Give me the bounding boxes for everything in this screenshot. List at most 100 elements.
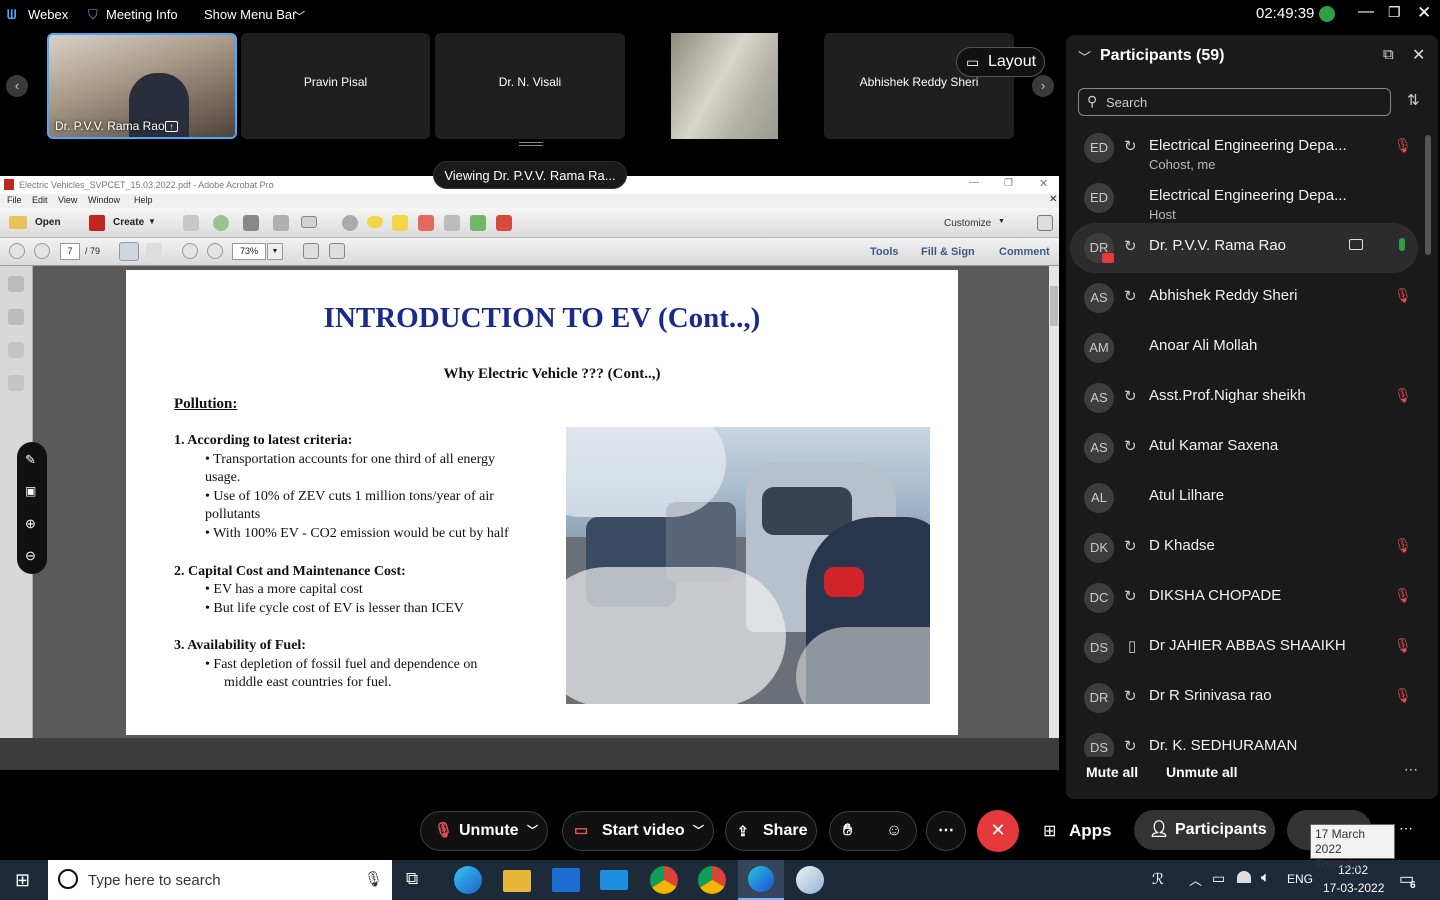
network-icon[interactable]: ▭ <box>1212 870 1225 887</box>
upload-icon[interactable] <box>213 215 229 231</box>
chevron-down-icon[interactable]: ﹀ <box>1078 47 1091 66</box>
signatures-icon[interactable] <box>8 375 24 391</box>
participant-row[interactable]: DC ↻ DIKSHA CHOPADE 🎙︎ <box>1070 573 1418 623</box>
mic-muted-icon[interactable]: 🎙︎ <box>1394 637 1412 654</box>
tools-tab[interactable]: Tools <box>870 246 899 258</box>
participant-row[interactable]: AL Atul Lilhare <box>1070 473 1418 523</box>
participant-row[interactable]: AM Anoar Ali Mollah <box>1070 323 1418 373</box>
participant-row[interactable]: AS ↻ Asst.Prof.Nighar sheikh 🎙︎ <box>1070 373 1418 423</box>
menu-help[interactable]: Help <box>134 195 153 205</box>
tiles-prev-button[interactable]: ‹ <box>6 75 28 97</box>
video-tile-active[interactable]: Dr. P.V.V. Rama Rao ↑ <box>47 33 237 139</box>
participant-row[interactable]: DS ↻ Dr. K. SEDHURAMAN <box>1070 723 1418 757</box>
more-options-icon[interactable]: ⋯ <box>1404 761 1418 778</box>
combine-icon[interactable] <box>496 215 512 231</box>
file-explorer-icon[interactable] <box>503 870 531 892</box>
mute-all-button[interactable]: Mute all <box>1086 764 1138 780</box>
resize-handle[interactable] <box>519 142 543 146</box>
more-options-button[interactable]: ⋯ <box>926 811 966 851</box>
fill-sign-tab[interactable]: Fill & Sign <box>921 246 975 258</box>
chevron-down-icon[interactable]: ﹀ <box>693 812 704 850</box>
participant-row[interactable]: DS ▯ Dr JAHIER ABBAS SHAAIKH 🎙︎ <box>1070 623 1418 673</box>
close-icon[interactable]: ✕ <box>1412 45 1425 65</box>
volume-icon[interactable]: 🔈︎ <box>1261 869 1270 886</box>
webex-taskbar-button[interactable] <box>738 860 784 900</box>
fit-width-icon[interactable] <box>303 243 319 259</box>
open-button[interactable]: Open <box>35 217 61 228</box>
show-menu-bar-button[interactable]: Show Menu Bar <box>204 7 297 22</box>
mic-muted-icon[interactable]: 🎙︎ <box>1394 587 1412 604</box>
restore-icon[interactable]: ❐ <box>1388 4 1401 21</box>
highlight-icon[interactable] <box>392 215 408 231</box>
meeting-info-button[interactable]: Meeting Info <box>106 7 178 22</box>
customize-button[interactable]: Customize <box>944 218 991 229</box>
participant-row[interactable]: AS ↻ Atul Kamar Saxena <box>1070 423 1418 473</box>
zoom-input[interactable]: 73% <box>232 243 266 260</box>
language-indicator[interactable]: ENG <box>1287 872 1313 886</box>
participant-row-highlighted[interactable]: DR ↻ Dr. P.V.V. Rama Rao <box>1070 223 1418 273</box>
participant-row[interactable]: DK ↻ D Khadse 🎙︎ <box>1070 523 1418 573</box>
raise-hand-icon[interactable]: ✋︎ <box>843 812 852 850</box>
chevron-down-icon[interactable]: ﹀ <box>527 812 538 850</box>
start-video-button[interactable]: ▭ Start video ﹀ <box>562 811 714 851</box>
close-icon[interactable]: ✕ <box>1039 177 1048 190</box>
chevron-up-icon[interactable]: ︿ <box>1189 870 1202 889</box>
taskbar-search-box[interactable]: Type here to search 🎙︎ <box>48 860 392 900</box>
windows-start-icon[interactable]: ⊞ <box>15 870 30 891</box>
zoom-dropdown-icon[interactable]: ▼ <box>267 243 283 260</box>
reactions-icon[interactable]: ☺ <box>886 812 902 850</box>
pages-icon[interactable] <box>8 276 24 292</box>
next-page-icon[interactable] <box>34 243 50 259</box>
chevron-down-icon[interactable]: ﹀ <box>294 8 305 24</box>
viewing-indicator[interactable]: Viewing Dr. P.V.V. Rama Ra... <box>433 161 627 189</box>
select-tool-icon[interactable] <box>119 242 139 261</box>
document-icon[interactable] <box>444 215 460 231</box>
menu-view[interactable]: View <box>58 195 77 205</box>
export-icon[interactable] <box>470 215 486 231</box>
connection-status-icon[interactable] <box>1319 6 1335 22</box>
taskbar-date[interactable]: 17-03-2022 <box>1323 881 1384 895</box>
layout-button[interactable]: ▭ Layout <box>956 47 1045 77</box>
mic-muted-icon[interactable]: 🎙︎ <box>1394 537 1412 554</box>
menu-file[interactable]: File <box>7 195 22 205</box>
store-icon[interactable] <box>552 868 580 892</box>
page-number-input[interactable]: 7 <box>60 243 80 260</box>
mic-muted-icon[interactable]: 🎙︎ <box>1394 387 1412 404</box>
chevron-down-icon[interactable]: ▼ <box>998 218 1005 225</box>
unmute-button[interactable]: 🎙︎ Unmute ﹀ <box>420 811 548 851</box>
more-icon[interactable]: ⋯ <box>1399 820 1413 837</box>
share-button[interactable]: ⇪ Share <box>725 811 817 851</box>
paint-icon[interactable] <box>796 866 824 894</box>
restore-icon[interactable]: ❐ <box>1004 178 1013 189</box>
chrome-icon[interactable] <box>698 866 726 894</box>
menu-edit[interactable]: Edit <box>32 195 48 205</box>
apps-button[interactable]: Apps <box>1069 821 1112 841</box>
mic-active-icon[interactable] <box>1399 238 1405 251</box>
edge-icon[interactable] <box>454 866 482 894</box>
participant-row[interactable]: ED Electrical Engineering Depa... Host <box>1070 173 1418 223</box>
unmute-all-button[interactable]: Unmute all <box>1166 764 1238 780</box>
screen-icon[interactable]: ▣ <box>25 484 36 498</box>
attachments-icon[interactable] <box>8 342 24 358</box>
video-tile[interactable]: Pravin Pisal <box>241 33 430 139</box>
print-icon[interactable] <box>243 215 259 231</box>
microphone-icon[interactable]: 🎙︎ <box>364 870 383 888</box>
app-name[interactable]: Webex <box>28 7 68 22</box>
participant-row[interactable]: ED ↻ Electrical Engineering Depa... Coho… <box>1070 123 1418 173</box>
task-view-icon[interactable]: ⧉ <box>406 869 418 889</box>
expand-icon[interactable] <box>1037 215 1053 231</box>
close-doc-icon[interactable]: ✕ <box>1049 194 1057 205</box>
apps-icon[interactable]: ⊞ <box>1043 821 1056 841</box>
video-tile[interactable] <box>629 33 819 139</box>
zoom-out-icon[interactable] <box>182 243 198 259</box>
save-icon[interactable] <box>183 215 199 231</box>
mic-muted-icon[interactable]: 🎙︎ <box>1394 137 1412 154</box>
chevron-down-icon[interactable]: ▼ <box>148 217 156 226</box>
mic-muted-icon[interactable]: 🎙︎ <box>1394 687 1412 704</box>
popout-icon[interactable]: ⧉ <box>1383 46 1394 63</box>
people-icon[interactable]: ℛ <box>1152 870 1164 888</box>
zoom-in-icon[interactable]: ⊕ <box>25 516 36 532</box>
onedrive-icon[interactable] <box>1237 871 1251 883</box>
redact-icon[interactable] <box>418 215 434 231</box>
search-input[interactable]: ⚲ Search <box>1078 88 1391 116</box>
